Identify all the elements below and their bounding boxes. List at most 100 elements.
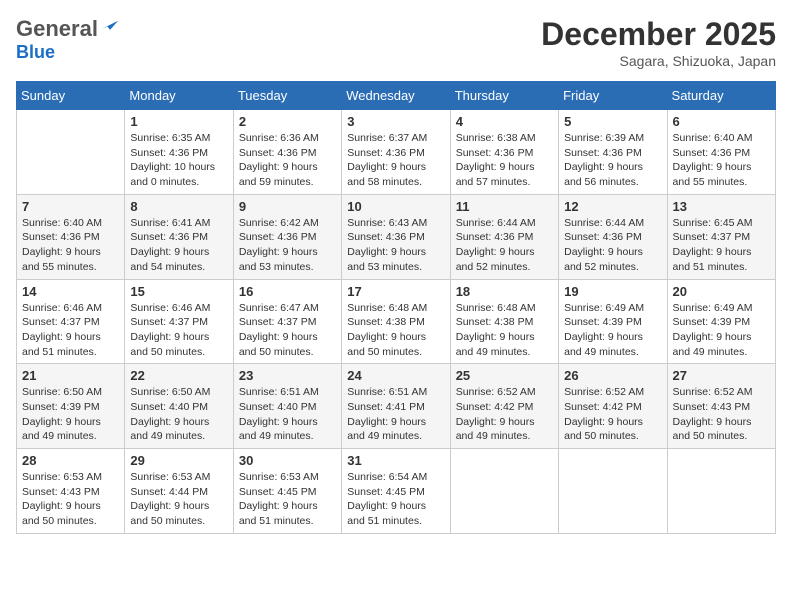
page-header: General Blue December 2025 Sagara, Shizu… — [16, 16, 776, 69]
day-number: 5 — [564, 114, 661, 129]
day-info: Sunrise: 6:40 AM Sunset: 4:36 PM Dayligh… — [673, 131, 770, 190]
day-info: Sunrise: 6:53 AM Sunset: 4:45 PM Dayligh… — [239, 470, 336, 529]
weekday-header-monday: Monday — [125, 82, 233, 110]
day-info: Sunrise: 6:51 AM Sunset: 4:40 PM Dayligh… — [239, 385, 336, 444]
calendar-cell: 13Sunrise: 6:45 AM Sunset: 4:37 PM Dayli… — [667, 194, 775, 279]
day-info: Sunrise: 6:49 AM Sunset: 4:39 PM Dayligh… — [673, 301, 770, 360]
day-info: Sunrise: 6:51 AM Sunset: 4:41 PM Dayligh… — [347, 385, 444, 444]
day-number: 24 — [347, 368, 444, 383]
day-number: 11 — [456, 199, 553, 214]
calendar-cell: 6 Sunrise: 6:40 AM Sunset: 4:36 PM Daylig… — [667, 110, 775, 195]
day-info: Sunrise: 6:41 AM Sunset: 4:36 PM Dayligh… — [130, 216, 227, 275]
calendar-cell: 30 Sunrise: 6:53 AM Sunset: 4:45 PM Dayli… — [233, 449, 341, 534]
day-number: 28 — [22, 453, 119, 468]
day-number: 18 — [456, 284, 553, 299]
calendar-cell: 23 Sunrise: 6:51 AM Sunset: 4:40 PM Dayli… — [233, 364, 341, 449]
calendar-cell: 20Sunrise: 6:49 AM Sunset: 4:39 PM Dayli… — [667, 279, 775, 364]
calendar-cell — [559, 449, 667, 534]
weekday-header-sunday: Sunday — [17, 82, 125, 110]
calendar-cell: 2 Sunrise: 6:36 AM Sunset: 4:36 PM Daylig… — [233, 110, 341, 195]
week-row-5: 28 Sunrise: 6:53 AM Sunset: 4:43 PM Dayli… — [17, 449, 776, 534]
calendar-cell — [667, 449, 775, 534]
day-number: 8 — [130, 199, 227, 214]
title-block: December 2025 Sagara, Shizuoka, Japan — [541, 16, 776, 69]
day-info: Sunrise: 6:50 AM Sunset: 4:39 PM Dayligh… — [22, 385, 119, 444]
calendar-cell: 3Sunrise: 6:37 AM Sunset: 4:36 PM Daylig… — [342, 110, 450, 195]
day-info: Sunrise: 6:44 AM Sunset: 4:36 PM Dayligh… — [564, 216, 661, 275]
day-number: 21 — [22, 368, 119, 383]
day-info: Sunrise: 6:52 AM Sunset: 4:43 PM Dayligh… — [673, 385, 770, 444]
calendar-cell: 27 Sunrise: 6:52 AM Sunset: 4:43 PM Dayli… — [667, 364, 775, 449]
week-row-1: 1Sunrise: 6:35 AM Sunset: 4:36 PM Daylig… — [17, 110, 776, 195]
day-info: Sunrise: 6:36 AM Sunset: 4:36 PM Dayligh… — [239, 131, 336, 190]
day-number: 4 — [456, 114, 553, 129]
day-number: 6 — [673, 114, 770, 129]
weekday-header-tuesday: Tuesday — [233, 82, 341, 110]
calendar-cell: 5 Sunrise: 6:39 AM Sunset: 4:36 PM Daylig… — [559, 110, 667, 195]
day-info: Sunrise: 6:48 AM Sunset: 4:38 PM Dayligh… — [347, 301, 444, 360]
logo-bird-icon — [100, 19, 120, 39]
day-number: 3 — [347, 114, 444, 129]
calendar-cell: 25 Sunrise: 6:52 AM Sunset: 4:42 PM Dayli… — [450, 364, 558, 449]
month-title: December 2025 — [541, 16, 776, 53]
day-info: Sunrise: 6:40 AM Sunset: 4:36 PM Dayligh… — [22, 216, 119, 275]
day-info: Sunrise: 6:54 AM Sunset: 4:45 PM Dayligh… — [347, 470, 444, 529]
weekday-header-row: SundayMondayTuesdayWednesdayThursdayFrid… — [17, 82, 776, 110]
day-info: Sunrise: 6:53 AM Sunset: 4:43 PM Dayligh… — [22, 470, 119, 529]
calendar-table: SundayMondayTuesdayWednesdayThursdayFrid… — [16, 81, 776, 534]
calendar-cell: 9 Sunrise: 6:42 AM Sunset: 4:36 PM Daylig… — [233, 194, 341, 279]
day-info: Sunrise: 6:47 AM Sunset: 4:37 PM Dayligh… — [239, 301, 336, 360]
day-info: Sunrise: 6:48 AM Sunset: 4:38 PM Dayligh… — [456, 301, 553, 360]
day-number: 17 — [347, 284, 444, 299]
weekday-header-thursday: Thursday — [450, 82, 558, 110]
day-info: Sunrise: 6:53 AM Sunset: 4:44 PM Dayligh… — [130, 470, 227, 529]
calendar-cell: 26Sunrise: 6:52 AM Sunset: 4:42 PM Dayli… — [559, 364, 667, 449]
day-number: 15 — [130, 284, 227, 299]
day-info: Sunrise: 6:52 AM Sunset: 4:42 PM Dayligh… — [564, 385, 661, 444]
logo-blue-text: Blue — [16, 42, 55, 62]
day-info: Sunrise: 6:44 AM Sunset: 4:36 PM Dayligh… — [456, 216, 553, 275]
day-info: Sunrise: 6:43 AM Sunset: 4:36 PM Dayligh… — [347, 216, 444, 275]
calendar-cell: 31Sunrise: 6:54 AM Sunset: 4:45 PM Dayli… — [342, 449, 450, 534]
week-row-2: 7Sunrise: 6:40 AM Sunset: 4:36 PM Daylig… — [17, 194, 776, 279]
calendar-cell: 16Sunrise: 6:47 AM Sunset: 4:37 PM Dayli… — [233, 279, 341, 364]
day-info: Sunrise: 6:42 AM Sunset: 4:36 PM Dayligh… — [239, 216, 336, 275]
day-number: 12 — [564, 199, 661, 214]
day-number: 30 — [239, 453, 336, 468]
calendar-cell: 28 Sunrise: 6:53 AM Sunset: 4:43 PM Dayli… — [17, 449, 125, 534]
day-info: Sunrise: 6:46 AM Sunset: 4:37 PM Dayligh… — [130, 301, 227, 360]
day-number: 27 — [673, 368, 770, 383]
day-number: 19 — [564, 284, 661, 299]
logo-general-text: General — [16, 16, 98, 42]
calendar-cell: 22 Sunrise: 6:50 AM Sunset: 4:40 PM Dayli… — [125, 364, 233, 449]
day-number: 29 — [130, 453, 227, 468]
calendar-cell: 19Sunrise: 6:49 AM Sunset: 4:39 PM Dayli… — [559, 279, 667, 364]
day-number: 9 — [239, 199, 336, 214]
day-number: 14 — [22, 284, 119, 299]
calendar-cell: 18 Sunrise: 6:48 AM Sunset: 4:38 PM Dayli… — [450, 279, 558, 364]
calendar-cell: 10 Sunrise: 6:43 AM Sunset: 4:36 PM Dayli… — [342, 194, 450, 279]
day-info: Sunrise: 6:45 AM Sunset: 4:37 PM Dayligh… — [673, 216, 770, 275]
calendar-cell: 24 Sunrise: 6:51 AM Sunset: 4:41 PM Dayli… — [342, 364, 450, 449]
day-number: 10 — [347, 199, 444, 214]
day-number: 25 — [456, 368, 553, 383]
day-info: Sunrise: 6:52 AM Sunset: 4:42 PM Dayligh… — [456, 385, 553, 444]
day-number: 23 — [239, 368, 336, 383]
day-number: 22 — [130, 368, 227, 383]
location: Sagara, Shizuoka, Japan — [541, 53, 776, 69]
weekday-header-wednesday: Wednesday — [342, 82, 450, 110]
calendar-cell: 7Sunrise: 6:40 AM Sunset: 4:36 PM Daylig… — [17, 194, 125, 279]
calendar-cell: 1Sunrise: 6:35 AM Sunset: 4:36 PM Daylig… — [125, 110, 233, 195]
calendar-cell: 12 Sunrise: 6:44 AM Sunset: 4:36 PM Dayli… — [559, 194, 667, 279]
calendar-cell — [17, 110, 125, 195]
week-row-4: 21 Sunrise: 6:50 AM Sunset: 4:39 PM Dayli… — [17, 364, 776, 449]
calendar-cell: 8 Sunrise: 6:41 AM Sunset: 4:36 PM Daylig… — [125, 194, 233, 279]
logo: General Blue — [16, 16, 120, 63]
day-info: Sunrise: 6:39 AM Sunset: 4:36 PM Dayligh… — [564, 131, 661, 190]
calendar-cell: 15 Sunrise: 6:46 AM Sunset: 4:37 PM Dayli… — [125, 279, 233, 364]
week-row-3: 14 Sunrise: 6:46 AM Sunset: 4:37 PM Dayli… — [17, 279, 776, 364]
calendar-cell: 17 Sunrise: 6:48 AM Sunset: 4:38 PM Dayli… — [342, 279, 450, 364]
day-number: 2 — [239, 114, 336, 129]
day-info: Sunrise: 6:50 AM Sunset: 4:40 PM Dayligh… — [130, 385, 227, 444]
calendar-cell: 4Sunrise: 6:38 AM Sunset: 4:36 PM Daylig… — [450, 110, 558, 195]
